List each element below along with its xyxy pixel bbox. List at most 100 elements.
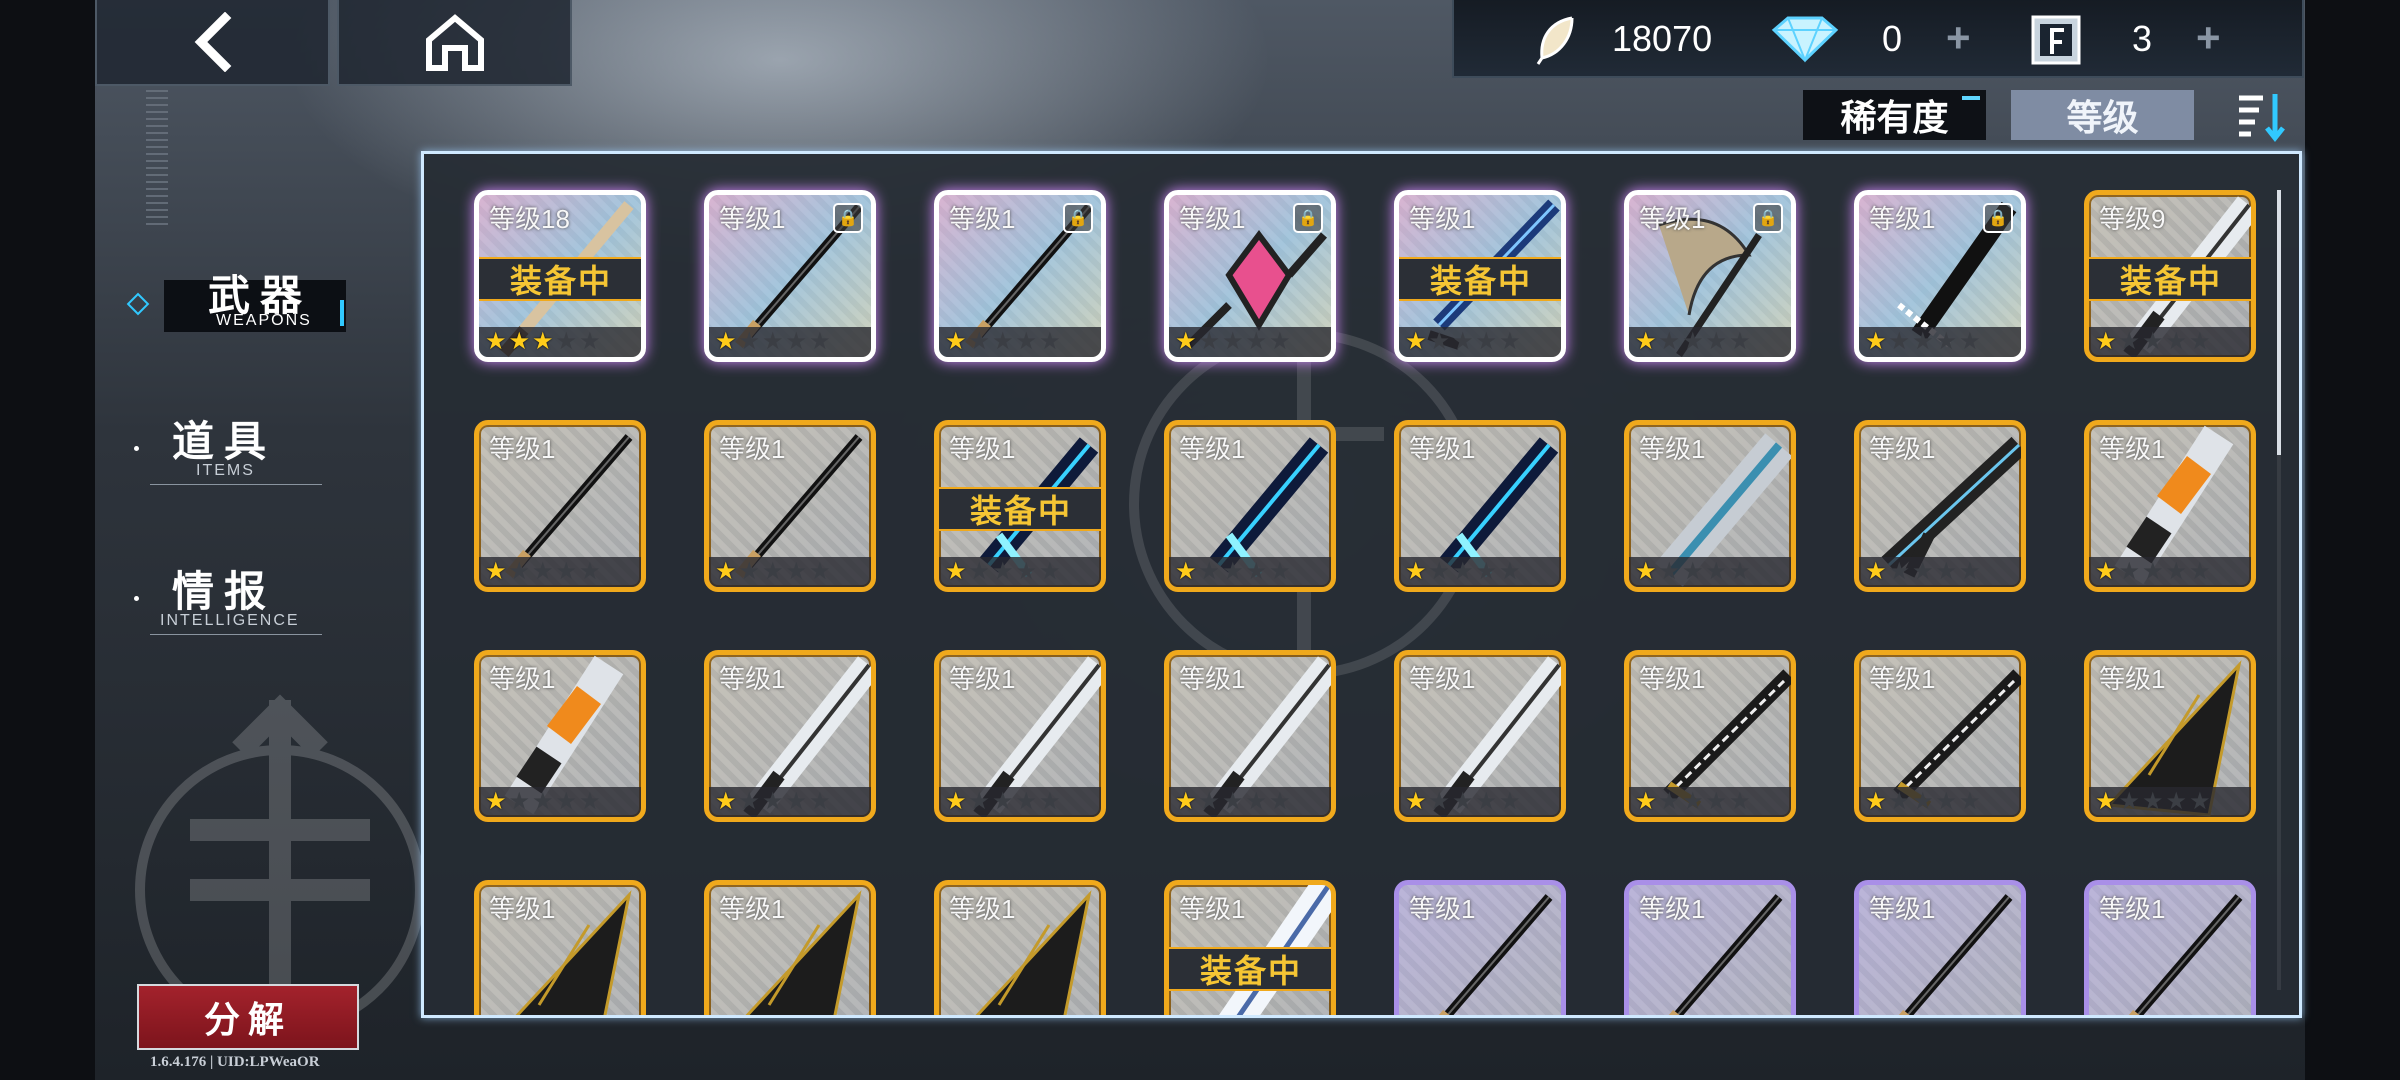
weapon-card[interactable]: 等级1★★★★★ <box>1394 880 1566 1015</box>
star-icon: ★ <box>1705 788 1728 815</box>
menu-items[interactable]: 道具 ITEMS <box>134 408 350 488</box>
card-level: 等级1 <box>2099 434 2166 464</box>
weapon-card[interactable]: 等级18 装备中 ★ ★ ★ ★ ★ <box>474 190 646 362</box>
star-icon: ★ <box>945 788 967 815</box>
weapon-card[interactable]: 等级1★★★★★ <box>474 650 646 822</box>
weapon-card[interactable]: 等级1装备中★★★★★ <box>1164 880 1336 1015</box>
lock-icon[interactable]: 🔒 <box>1983 203 2013 233</box>
weapon-card[interactable]: 等级1★★★★★ <box>704 880 876 1015</box>
menu-items-sublabel: ITEMS <box>196 462 255 479</box>
decompose-button[interactable]: 分解 <box>137 984 359 1050</box>
lock-icon[interactable]: 🔒 <box>1063 203 1093 233</box>
back-button[interactable] <box>95 0 330 86</box>
star-rating: ★★★★★ <box>1629 557 1791 587</box>
lock-icon[interactable]: 🔒 <box>833 203 863 233</box>
weapon-card[interactable]: 等级1★★★★★ <box>1624 650 1796 822</box>
star-icon: ★ <box>2165 788 2188 815</box>
star-icon: ★ <box>715 788 737 815</box>
star-rating: ★★★★★ <box>1399 787 1561 817</box>
weapon-card[interactable]: 等级1★★★★★ <box>1854 880 2026 1015</box>
diamond-icon <box>1771 16 1839 63</box>
star-icon: ★ <box>555 328 578 355</box>
weapon-card[interactable]: 等级1★★★★★ <box>1854 420 2026 592</box>
star-rating: ★★★★★ <box>1629 327 1791 357</box>
equipped-badge: 装备中 <box>1169 947 1331 991</box>
weapon-card[interactable]: 等级1★★★★★ <box>474 880 646 1015</box>
weapon-card[interactable]: 等级1★★★★★ <box>704 420 876 592</box>
weapon-card[interactable]: 等级1★★★★★ <box>1624 880 1796 1015</box>
weapon-card[interactable]: 等级1★★★★★ <box>1164 420 1336 592</box>
card-level: 等级1 <box>719 664 786 694</box>
star-icon: ★ <box>1912 788 1934 815</box>
weapon-card[interactable]: 等级1★★★★★ <box>1164 650 1336 822</box>
weapon-card[interactable]: 等级1★★★★★ <box>1854 650 2026 822</box>
version-uid: 1.6.4.176 | UID:LPWeaOR <box>150 1054 320 1070</box>
star-icon: ★ <box>1245 788 1268 815</box>
weapon-card[interactable]: 等级1 🔒 ★ ★ ★ ★ ★ <box>1164 190 1336 362</box>
star-icon: ★ <box>809 558 831 585</box>
weapon-card[interactable]: 等级1★★★★★ <box>2084 420 2256 592</box>
weapon-card[interactable]: 等级1★★★★★ <box>2084 880 2256 1015</box>
card-level: 等级1 <box>2099 894 2166 924</box>
menu-intelligence[interactable]: 情报 INTELLIGENCE <box>134 558 350 638</box>
star-icon: ★ <box>1682 558 1704 585</box>
scrollbar-thumb[interactable] <box>2277 190 2281 455</box>
star-icon: ★ <box>1912 328 1934 355</box>
weapon-inventory-panel[interactable]: 等级18 装备中 ★ ★ ★ ★ ★ 等级1 🔒 ★ ★ ★ ★ ★ 等级1 🔒 ★ ★ ★ ★ ★ 等级1 🔒 ★ ★ ★ ★ ★ 等… <box>421 151 2302 1018</box>
card-level: 等级1 <box>489 434 556 464</box>
weapon-card[interactable]: 等级9 装备中 ★ ★ ★ ★ ★ <box>2084 190 2256 362</box>
star-rating: ★★★★★ <box>709 557 871 587</box>
star-icon: ★ <box>992 328 1014 355</box>
star-icon: ★ <box>715 328 737 355</box>
weapon-card[interactable]: 等级1★★★★★ <box>934 880 1106 1018</box>
sort-level-button[interactable]: 等级 <box>2011 90 2194 140</box>
diamond-count: 0 <box>1882 18 1903 59</box>
star-icon: ★ <box>1039 788 1061 815</box>
add-diamond-button[interactable]: + <box>1946 14 1971 62</box>
star-rating: ★★★★★ <box>939 1017 1106 1018</box>
sort-rarity-button[interactable]: 稀有度 <box>1803 90 1986 140</box>
weapon-card[interactable]: 等级1 🔒 ★ ★ ★ ★ ★ <box>1854 190 2026 362</box>
card-level: 等级1 <box>1179 204 1246 234</box>
star-icon: ★ <box>992 558 1014 585</box>
star-icon: ★ <box>579 788 601 815</box>
rarity-indicator <box>1962 96 1980 100</box>
star-icon: ★ <box>1865 328 1887 355</box>
menu-weapons[interactable]: 武器 WEAPONS <box>150 262 350 332</box>
weapon-card[interactable]: 等级1 ★★★★★ <box>474 420 646 592</box>
weapon-card[interactable]: 等级1 🔒 ★ ★ ★ ★ ★ <box>704 190 876 362</box>
sort-order-icon[interactable] <box>2235 90 2287 142</box>
star-icon: ★ <box>992 788 1014 815</box>
star-icon: ★ <box>532 558 554 585</box>
weapon-card[interactable]: 等级1 🔒 ★ ★ ★ ★ ★ <box>1624 190 1796 362</box>
home-icon <box>425 14 484 71</box>
card-level: 等级1 <box>1639 204 1706 234</box>
selected-diamond-icon <box>126 292 150 316</box>
star-rating: ★★★★★ <box>479 557 641 587</box>
weapon-card[interactable]: 等级1装备中★★★★★ <box>934 420 1106 592</box>
card-level: 等级1 <box>949 434 1016 464</box>
lock-icon[interactable]: 🔒 <box>1753 203 1783 233</box>
weapon-card[interactable]: 等级1 🔒 ★ ★ ★ ★ ★ <box>934 190 1106 362</box>
star-icon: ★ <box>1658 328 1681 355</box>
star-icon: ★ <box>2142 788 2164 815</box>
star-rating: ★★★★★ <box>2089 327 2251 357</box>
weapon-card[interactable]: 等级1★★★★★ <box>2084 650 2256 822</box>
star-rating: ★★★★★ <box>1859 327 2021 357</box>
star-rating: ★★★★★ <box>939 787 1101 817</box>
lock-icon[interactable]: 🔒 <box>1293 203 1323 233</box>
weapon-card[interactable]: 等级1装备中★★★★★ <box>1394 190 1566 362</box>
weapon-card[interactable]: 等级1★★★★★ <box>1394 650 1566 822</box>
card-level: 等级1 <box>1639 434 1706 464</box>
star-icon: ★ <box>1015 328 1038 355</box>
star-icon: ★ <box>1428 788 1451 815</box>
add-card-button[interactable]: + <box>2196 14 2221 62</box>
weapon-card[interactable]: 等级1 ★★★★★ <box>1624 420 1796 592</box>
star-rating: ★★★★★ <box>1169 327 1331 357</box>
weapon-card[interactable]: 等级1★★★★★ <box>934 650 1106 822</box>
home-button[interactable] <box>337 0 572 86</box>
weapon-card[interactable]: 等级1★★★★★ <box>704 650 876 822</box>
weapon-card[interactable]: 等级1★★★★★ <box>1394 420 1566 592</box>
card-level: 等级18 <box>489 204 570 234</box>
star-icon: ★ <box>2142 558 2164 585</box>
